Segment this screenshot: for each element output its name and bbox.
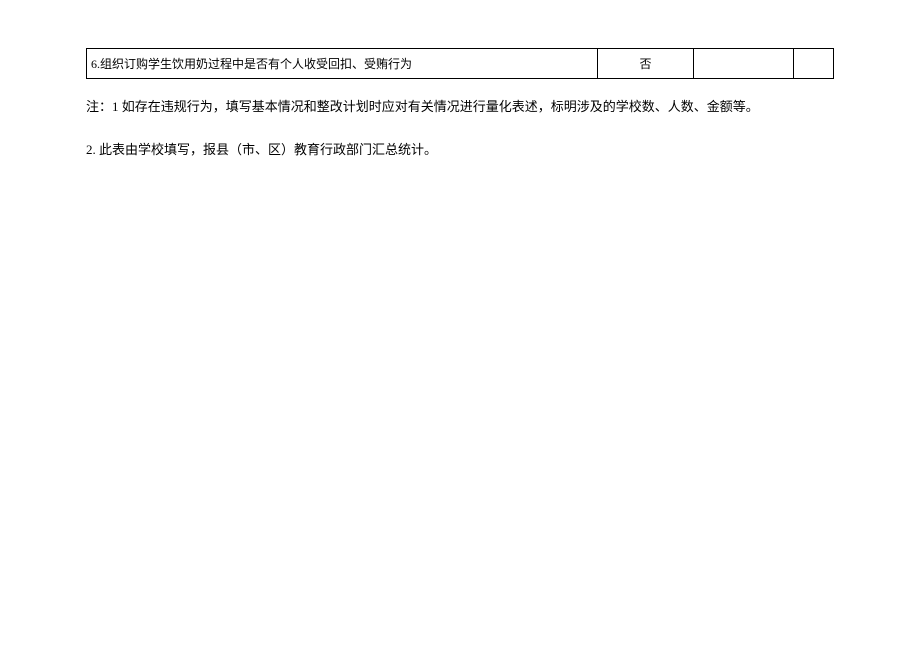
- empty-cell-1: [693, 49, 793, 79]
- table-row: 6.组织订购学生饮用奶过程中是否有个人收受回扣、受贿行为 否: [87, 49, 834, 79]
- form-table: 6.组织订购学生饮用奶过程中是否有个人收受回扣、受贿行为 否: [86, 48, 834, 79]
- note-line-2: 2. 此表由学校填写，报县（市、区）教育行政部门汇总统计。: [86, 140, 834, 161]
- answer-cell: 否: [598, 49, 693, 79]
- question-cell: 6.组织订购学生饮用奶过程中是否有个人收受回扣、受贿行为: [87, 49, 598, 79]
- empty-cell-2: [793, 49, 833, 79]
- note-line-1: 注：1 如存在违规行为，填写基本情况和整改计划时应对有关情况进行量化表述，标明涉…: [86, 97, 834, 118]
